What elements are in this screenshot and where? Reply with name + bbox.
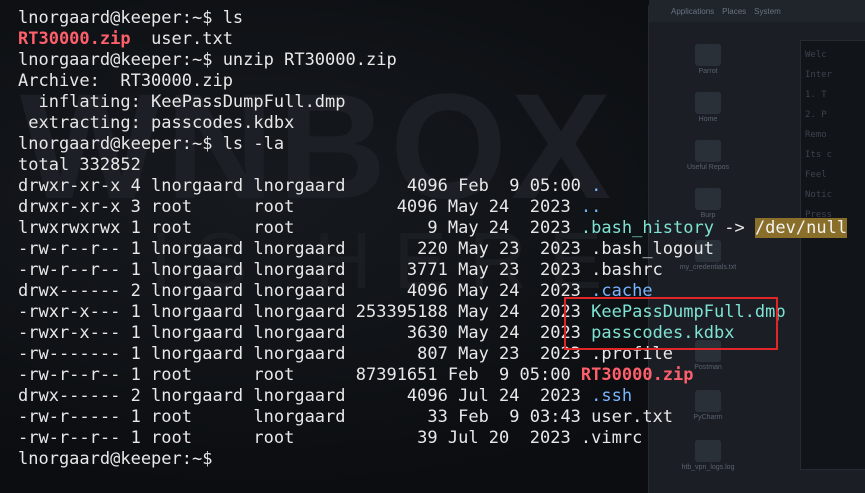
terminal-line: Archive: RT30000.zip bbox=[18, 71, 847, 92]
terminal-line: lrwxrwxrwx 1 root root 9 May 24 2023 .ba… bbox=[18, 218, 848, 239]
terminal-line: lnorgaard@keeper:~$ unzip RT30000.zip bbox=[18, 50, 847, 71]
terminal-output[interactable]: lnorgaard@keeper:~$ ls RT30000.zip user.t… bbox=[18, 8, 848, 470]
terminal-text: user.txt bbox=[130, 29, 233, 49]
terminal-line: drwxr-xr-x 3 root root 4096 May 24 2023 … bbox=[18, 197, 847, 218]
terminal-line: -rw-r--r-- 1 lnorgaard lnorgaard 220 May… bbox=[18, 239, 847, 260]
terminal-text: extracting: passcodes.kdbx bbox=[18, 113, 295, 133]
terminal-text: . bbox=[591, 176, 602, 196]
terminal-text: -> bbox=[713, 218, 755, 238]
terminal-text: lnorgaard@keeper:~$ unzip RT30000.zip bbox=[18, 50, 397, 70]
terminal-line: -rw-r--r-- 1 root root 87391651 Feb 9 05… bbox=[18, 365, 847, 386]
terminal-text: RT30000.zip bbox=[18, 29, 131, 49]
terminal-line: -rw-r--r-- 1 root root 39 Jul 20 2023 .v… bbox=[18, 428, 847, 449]
terminal-text: .bash_history bbox=[580, 218, 714, 238]
terminal-line: drwxr-xr-x 4 lnorgaard lnorgaard 4096 Fe… bbox=[18, 176, 847, 197]
highlight-box bbox=[564, 297, 778, 350]
terminal-text: -rwxr-x--- 1 lnorgaard lnorgaard 3630 Ma… bbox=[18, 323, 592, 343]
terminal-text: total 332852 bbox=[18, 155, 141, 175]
terminal-text: /dev/null bbox=[754, 218, 848, 238]
terminal-text: lnorgaard@keeper:~$ bbox=[18, 449, 213, 469]
terminal-line: lnorgaard@keeper:~$ ls bbox=[18, 8, 847, 29]
terminal-text: .. bbox=[580, 197, 602, 217]
terminal-line: inflating: KeePassDumpFull.dmp bbox=[18, 92, 847, 113]
terminal-line: drwx------ 2 lnorgaard lnorgaard 4096 Ju… bbox=[18, 386, 847, 407]
terminal-text: inflating: KeePassDumpFull.dmp bbox=[18, 92, 346, 112]
terminal-text: -rw-r--r-- 1 root root 39 Jul 20 2023 .v… bbox=[18, 428, 643, 448]
terminal-line: -rw-r--r-- 1 lnorgaard lnorgaard 3771 Ma… bbox=[18, 260, 847, 281]
terminal-text: drwx------ 2 lnorgaard lnorgaard 4096 Ma… bbox=[18, 281, 592, 301]
terminal-line: -rw-r----- 1 root lnorgaard 33 Feb 9 03:… bbox=[18, 407, 847, 428]
terminal-line: RT30000.zip user.txt bbox=[18, 29, 847, 50]
terminal-line: total 332852 bbox=[18, 155, 847, 176]
terminal-text: -rw-r--r-- 1 lnorgaard lnorgaard 220 May… bbox=[18, 239, 714, 259]
terminal-text: -rw-r--r-- 1 root root 87391651 Feb 9 05… bbox=[18, 365, 581, 385]
terminal-text: drwx------ 2 lnorgaard lnorgaard 4096 Ju… bbox=[18, 386, 592, 406]
terminal-line: lnorgaard@keeper:~$ ls -la bbox=[18, 134, 847, 155]
terminal-text: lrwxrwxrwx 1 root root 9 May 24 2023 bbox=[18, 218, 581, 238]
terminal-text: Archive: RT30000.zip bbox=[18, 71, 233, 91]
terminal-text: drwxr-xr-x 3 root root 4096 May 24 2023 bbox=[18, 197, 581, 217]
terminal-text: -rw-r----- 1 root lnorgaard 33 Feb 9 03:… bbox=[18, 407, 674, 427]
terminal-text: .ssh bbox=[591, 386, 633, 406]
terminal-line: lnorgaard@keeper:~$ bbox=[18, 449, 847, 470]
terminal-text: RT30000.zip bbox=[580, 365, 694, 385]
terminal-text: lnorgaard@keeper:~$ ls bbox=[18, 8, 244, 28]
terminal-text: drwxr-xr-x 4 lnorgaard lnorgaard 4096 Fe… bbox=[18, 176, 592, 196]
terminal-line: extracting: passcodes.kdbx bbox=[18, 113, 847, 134]
terminal-text: -rw-r--r-- 1 lnorgaard lnorgaard 3771 Ma… bbox=[18, 260, 663, 280]
terminal-text: -rwxr-x--- 1 lnorgaard lnorgaard 2533951… bbox=[18, 302, 592, 322]
terminal-text: lnorgaard@keeper:~$ ls -la bbox=[18, 134, 285, 154]
